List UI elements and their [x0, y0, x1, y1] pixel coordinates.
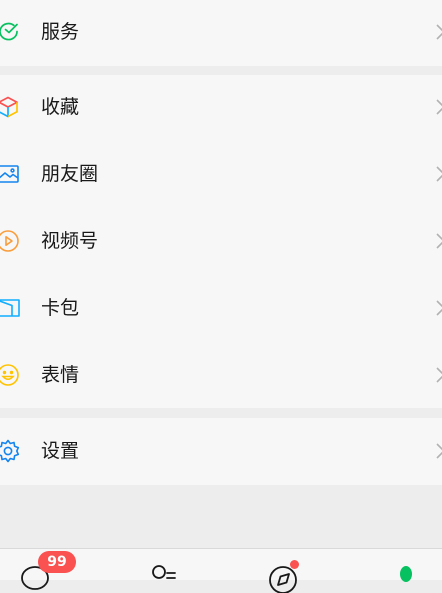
menu-item-label: 服务 [41, 21, 80, 43]
chevron-right-icon [433, 22, 442, 42]
service-icon [0, 20, 20, 44]
settings-gear-icon [0, 439, 20, 463]
unread-badge: 99 [38, 551, 76, 573]
channels-play-icon [0, 229, 20, 253]
me-icon [400, 566, 412, 582]
menu-item-label: 视频号 [41, 230, 99, 252]
favorites-cube-icon [0, 95, 20, 119]
tab-contacts[interactable] [146, 563, 180, 593]
sticker-smile-icon [0, 363, 20, 387]
contacts-icon [152, 565, 176, 579]
card-wallet-icon [0, 296, 20, 320]
menu-item-card-wallet[interactable]: 卡包 [0, 274, 442, 341]
menu-item-channels[interactable]: 视频号 [0, 207, 442, 274]
menu-item-label: 表情 [41, 364, 80, 386]
chevron-right-icon [433, 97, 442, 117]
menu-item-label: 卡包 [41, 297, 80, 319]
menu-item-service[interactable]: 服务 [0, 0, 442, 66]
menu-item-settings[interactable]: 设置 [0, 418, 442, 485]
discover-red-dot [290, 560, 299, 569]
menu-item-stickers[interactable]: 表情 [0, 341, 442, 408]
chevron-right-icon [433, 365, 442, 385]
menu-item-moments[interactable]: 朋友圈 [0, 140, 442, 207]
menu-item-label: 收藏 [41, 96, 80, 118]
chevron-right-icon [433, 231, 442, 251]
menu-item-label: 朋友圈 [41, 163, 99, 185]
chevron-right-icon [433, 441, 442, 461]
chevron-right-icon [433, 164, 442, 184]
menu-item-label: 设置 [41, 440, 80, 462]
menu-item-favorites[interactable]: 收藏 [0, 75, 442, 140]
moments-picture-icon [0, 162, 20, 186]
chevron-right-icon [433, 298, 442, 318]
tab-me[interactable] [390, 563, 424, 593]
